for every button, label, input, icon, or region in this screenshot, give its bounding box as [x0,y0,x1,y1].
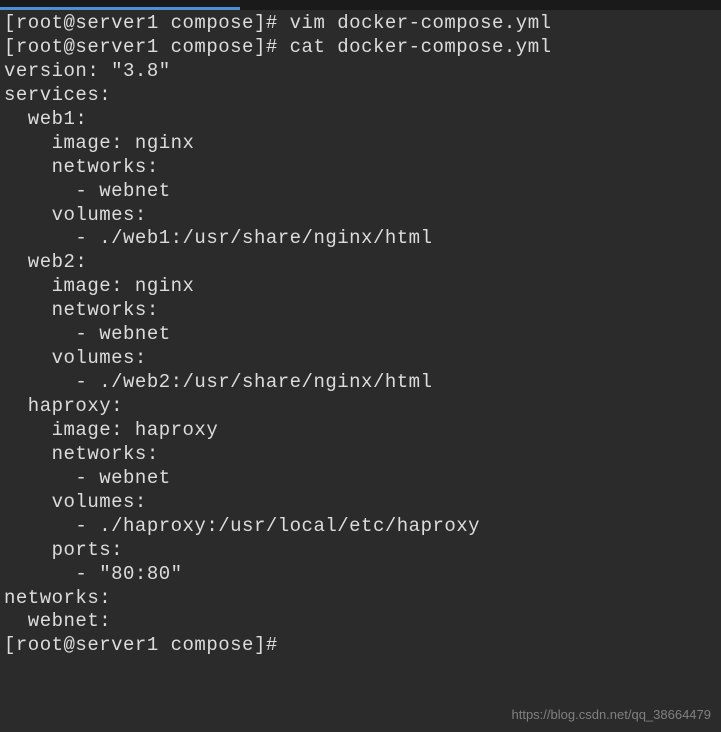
yaml-line: webnet: [4,610,717,634]
yaml-line: - webnet [4,323,717,347]
yaml-line: - ./web1:/usr/share/nginx/html [4,227,717,251]
active-tab-indicator[interactable] [0,7,240,10]
command-text: cat docker-compose.yml [290,36,552,58]
watermark-text: https://blog.csdn.net/qq_38664479 [512,707,712,722]
yaml-line: ports: [4,539,717,563]
command-text: vim docker-compose.yml [290,12,552,34]
tab-bar [0,0,721,10]
yaml-line: networks: [4,156,717,180]
prompt-line: [root@server1 compose]# [4,634,717,658]
yaml-line: image: nginx [4,132,717,156]
yaml-line: version: "3.8" [4,60,717,84]
yaml-line: web2: [4,251,717,275]
yaml-line: - ./web2:/usr/share/nginx/html [4,371,717,395]
yaml-line: networks: [4,299,717,323]
terminal-output[interactable]: [root@server1 compose]# vim docker-compo… [0,10,721,660]
yaml-line: - "80:80" [4,563,717,587]
yaml-line: web1: [4,108,717,132]
yaml-line: - webnet [4,180,717,204]
yaml-line: - ./haproxy:/usr/local/etc/haproxy [4,515,717,539]
yaml-line: image: nginx [4,275,717,299]
yaml-line: volumes: [4,204,717,228]
yaml-line: services: [4,84,717,108]
shell-prompt: [root@server1 compose]# [4,36,290,58]
prompt-line: [root@server1 compose]# vim docker-compo… [4,12,717,36]
yaml-line: image: haproxy [4,419,717,443]
shell-prompt: [root@server1 compose]# [4,12,290,34]
yaml-line: volumes: [4,347,717,371]
shell-prompt: [root@server1 compose]# [4,634,290,656]
yaml-line: - webnet [4,467,717,491]
yaml-line: volumes: [4,491,717,515]
yaml-line: networks: [4,587,717,611]
yaml-line: networks: [4,443,717,467]
prompt-line: [root@server1 compose]# cat docker-compo… [4,36,717,60]
yaml-line: haproxy: [4,395,717,419]
